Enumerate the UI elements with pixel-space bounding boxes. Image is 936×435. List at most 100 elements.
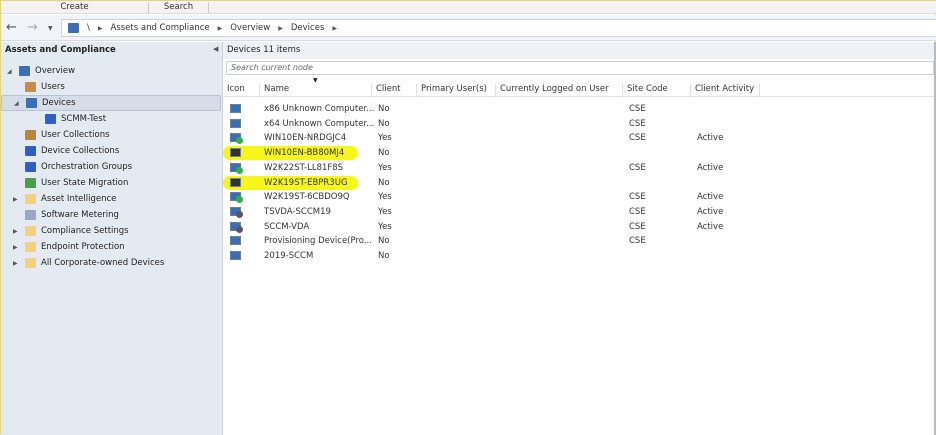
computer-icon [230, 177, 241, 187]
tree-view: ◢ Overview Users ◢ Devices SCMM-Test User Coll… [1, 63, 223, 271]
tree-item-label: Orchestration Groups [41, 162, 133, 172]
ribbon-group-search[interactable]: Search [149, 2, 209, 13]
tree-item[interactable]: User Collections [1, 127, 223, 143]
column-header-row: Icon Name Client Primary User(s) Currently L… [223, 77, 934, 97]
collapse-arrow-icon[interactable]: ◢ [7, 68, 12, 75]
table-row[interactable]: 2019-SCCM No [223, 249, 934, 263]
cell-site: CSE [629, 236, 646, 247]
cell-name: SCCM-VDA [264, 221, 310, 232]
table-row[interactable]: W2K19ST-6CBDO9Q Yes CSE Active [223, 190, 934, 204]
table-row[interactable]: W2K22ST-LL81F8S Yes CSE Active [223, 161, 934, 175]
forward-icon[interactable]: → [27, 20, 38, 35]
metering-icon [25, 210, 36, 220]
tree-item-label: Endpoint Protection [41, 242, 125, 252]
expand-arrow-icon[interactable]: ▶ [13, 196, 18, 203]
tree-item-label: Device Collections [41, 146, 120, 156]
tree-item[interactable]: ◢ Devices [1, 95, 221, 111]
column-header[interactable]: Icon [223, 84, 259, 97]
search-input[interactable]: Search current node [226, 61, 934, 75]
cell-name: WIN10EN-NRDGJC4 [264, 133, 347, 144]
cell-client: Yes [378, 162, 392, 173]
client-ok-badge-icon [236, 196, 243, 204]
computer-icon [230, 148, 241, 158]
tree-item[interactable]: ▶ Compliance Settings [1, 223, 223, 239]
cell-site: CSE [629, 104, 646, 114]
cell-client: No [378, 104, 390, 114]
orchestration-icon [25, 162, 36, 172]
computer-icon [230, 236, 241, 246]
column-header[interactable]: Site Code [622, 84, 690, 97]
table-row[interactable]: x64 Unknown Computer... No CSE [223, 117, 934, 131]
tree-item[interactable]: SCMM-Test [1, 111, 223, 127]
client-ok-badge-icon [236, 166, 243, 174]
ribbon-group-create[interactable]: Create [1, 2, 149, 13]
table-row[interactable]: WIN10EN-BB80MJ4 No [223, 146, 934, 161]
tree-item[interactable]: Device Collections [1, 143, 223, 159]
tree-item[interactable]: Users [1, 79, 223, 95]
table-row[interactable]: Provisioning Device(Pro... No CSE [223, 234, 934, 248]
column-header[interactable]: Client Activity [690, 84, 759, 97]
tree-item-label: Software Metering [41, 210, 119, 220]
address-bar[interactable]: \ ▶ Assets and Compliance ▶ Overview ▶ Devi… [61, 19, 936, 37]
cell-activity: Active [697, 192, 724, 203]
devices-icon [26, 98, 37, 108]
cell-name: TSVDA-SCCM19 [264, 206, 331, 217]
folder-icon [25, 226, 36, 236]
table-row[interactable]: WIN10EN-NRDGJC4 Yes CSE Active [223, 131, 934, 145]
tree-item[interactable]: ▶ Endpoint Protection [1, 239, 223, 255]
navigation-bar: ← → ▼ \ ▶ Assets and Compliance ▶ Overview… [1, 15, 936, 41]
user-collections-icon [25, 130, 36, 140]
column-header[interactable]: Primary User(s) [416, 84, 495, 97]
cell-name: Provisioning Device(Pro... [264, 236, 372, 247]
breadcrumb-devices[interactable]: Devices [291, 23, 325, 33]
breadcrumb-separator-icon: ▶ [97, 24, 103, 32]
table-row[interactable]: W2K19ST-EBPR3UG No [223, 175, 934, 190]
table-row[interactable]: SCCM-VDA Yes CSE Active [223, 220, 934, 234]
expand-arrow-icon[interactable]: ▶ [13, 260, 18, 267]
folder-icon [25, 242, 36, 252]
folder-icon [25, 194, 36, 204]
back-icon[interactable]: ← [6, 20, 17, 35]
cell-client: Yes [378, 192, 392, 203]
tree-item[interactable]: ◢ Overview [1, 63, 223, 79]
expand-arrow-icon[interactable]: ▶ [13, 244, 18, 251]
collapse-arrow-icon[interactable]: ◢ [14, 100, 19, 107]
computer-icon [230, 118, 241, 128]
table-row[interactable]: x86 Unknown Computer... No CSE [223, 102, 934, 116]
collapse-pane-icon[interactable]: ◀ [213, 45, 218, 53]
navigation-pane: Assets and Compliance ◀ ◢ Overview Users ◢ D… [1, 42, 223, 435]
cell-site: CSE [629, 221, 646, 232]
tree-item[interactable]: ▶ All Corporate-owned Devices [1, 255, 223, 271]
breadcrumb-root[interactable]: \ [87, 23, 90, 33]
breadcrumb-separator-icon: ▶ [332, 24, 337, 32]
cell-client: Yes [378, 133, 392, 144]
tree-item-label: Compliance Settings [41, 226, 129, 236]
expand-arrow-icon[interactable]: ▶ [13, 228, 18, 235]
cell-name: W2K22ST-LL81F8S [264, 162, 344, 173]
overview-icon [19, 66, 30, 76]
tree-item[interactable]: Software Metering [1, 207, 223, 223]
tree-item[interactable]: Orchestration Groups [1, 159, 223, 175]
tree-item[interactable]: User State Migration [1, 175, 223, 191]
tree-item-label: Overview [35, 66, 76, 76]
cell-name: 2019-SCCM [264, 251, 314, 261]
cell-client: No [378, 236, 390, 247]
pane-title: Assets and Compliance [5, 45, 116, 55]
column-header[interactable]: Name [259, 84, 371, 97]
breadcrumb-assets[interactable]: Assets and Compliance [111, 23, 210, 33]
column-header[interactable]: Client [371, 84, 416, 97]
tree-item[interactable]: ▶ Asset Intelligence [1, 191, 223, 207]
cell-activity: Active [697, 162, 724, 173]
tree-item-label: User State Migration [41, 178, 129, 188]
list-title: Devices 11 items [223, 42, 934, 59]
cell-activity: Active [697, 221, 724, 232]
cell-client: Yes [378, 206, 392, 217]
tree-item-label: Asset Intelligence [41, 194, 117, 204]
table-row[interactable]: TSVDA-SCCM19 Yes CSE Active [223, 205, 934, 219]
user-state-icon [25, 178, 36, 188]
sort-arrow-icon: ▼ [313, 77, 318, 84]
breadcrumb-overview[interactable]: Overview [230, 23, 270, 33]
history-dropdown-icon[interactable]: ▼ [48, 25, 53, 32]
column-header[interactable]: Currently Logged on User [495, 84, 622, 97]
cell-client: No [378, 251, 390, 261]
